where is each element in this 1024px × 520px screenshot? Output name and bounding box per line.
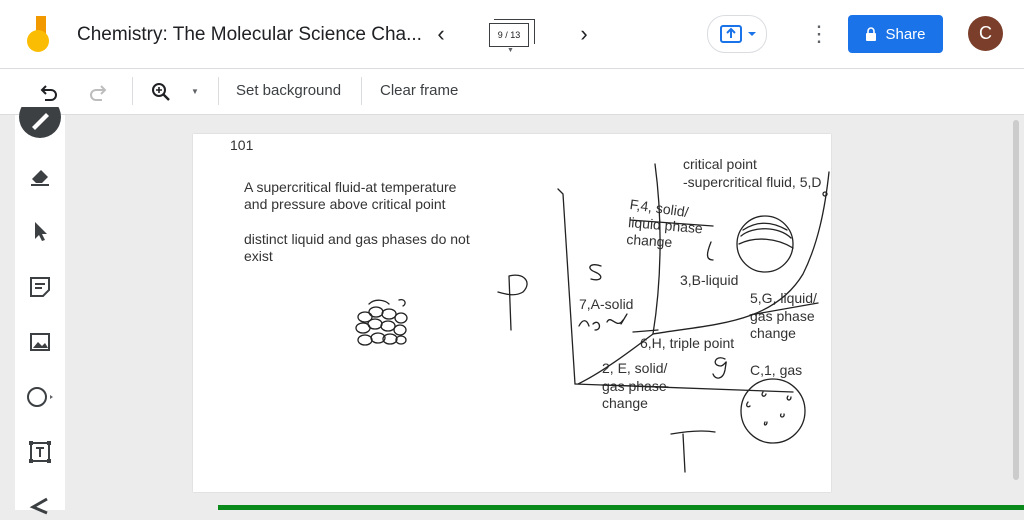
ink-scribble bbox=[578, 313, 628, 331]
tool-sidebar bbox=[15, 107, 65, 515]
redo-icon[interactable] bbox=[86, 79, 112, 105]
gas-sphere bbox=[740, 378, 806, 444]
present-button[interactable] bbox=[707, 15, 767, 53]
text-box-icon[interactable] bbox=[25, 437, 55, 467]
whiteboard-frame[interactable]: 101 A supercritical fluid-at temperature… bbox=[193, 134, 831, 492]
lock-icon bbox=[866, 27, 877, 41]
pen-icon[interactable] bbox=[18, 107, 62, 141]
set-background-button[interactable]: Set background bbox=[236, 82, 341, 99]
solid-gas-boundary bbox=[577, 333, 654, 385]
zoom-icon[interactable] bbox=[148, 79, 174, 105]
toolbar-divider bbox=[218, 77, 219, 105]
ink-letter-l bbox=[706, 241, 714, 261]
avatar[interactable]: C bbox=[968, 16, 1003, 51]
progress-bar bbox=[218, 505, 1024, 510]
toolbar-divider bbox=[132, 77, 133, 105]
select-icon[interactable] bbox=[25, 216, 55, 246]
share-label: Share bbox=[885, 25, 926, 43]
solid-particles bbox=[355, 298, 408, 346]
frame-dropdown-icon: ▼ bbox=[507, 47, 514, 54]
document-title[interactable]: Chemistry: The Molecular Science Cha... bbox=[77, 24, 422, 46]
vertical-scrollbar[interactable] bbox=[1013, 120, 1019, 480]
ink-letter-t bbox=[682, 433, 686, 473]
undo-icon[interactable] bbox=[35, 79, 61, 105]
critical-point-marker bbox=[822, 191, 828, 197]
image-icon[interactable] bbox=[25, 327, 55, 357]
solid-liquid-boundary bbox=[652, 163, 661, 335]
laser-icon[interactable] bbox=[25, 490, 55, 520]
present-icon bbox=[720, 25, 756, 43]
share-button[interactable]: Share bbox=[848, 15, 943, 53]
more-options-icon[interactable]: ⋮ bbox=[808, 20, 830, 48]
previous-frame-button[interactable]: ‹ bbox=[427, 20, 455, 48]
clear-frame-button[interactable]: Clear frame bbox=[380, 82, 458, 99]
frame-counter-label: 9 / 13 bbox=[489, 23, 529, 47]
ink-letter-g bbox=[712, 357, 727, 379]
next-frame-button[interactable]: › bbox=[570, 20, 598, 48]
ink-letter-p bbox=[497, 274, 528, 331]
sticky-note-icon[interactable] bbox=[25, 272, 55, 302]
jamboard-logo-icon bbox=[22, 14, 56, 54]
eraser-icon[interactable] bbox=[25, 161, 55, 191]
circle-icon[interactable] bbox=[25, 382, 55, 412]
zoom-dropdown-icon[interactable]: ▼ bbox=[191, 87, 199, 96]
frame-counter[interactable]: 9 / 13 ▼ bbox=[489, 19, 535, 54]
toolbar-divider bbox=[361, 77, 362, 105]
ink-drawing bbox=[355, 163, 830, 473]
ink-letter-s bbox=[589, 264, 602, 281]
liquid-gas-boundary bbox=[652, 171, 830, 335]
pressure-axis-stroke bbox=[557, 188, 576, 385]
